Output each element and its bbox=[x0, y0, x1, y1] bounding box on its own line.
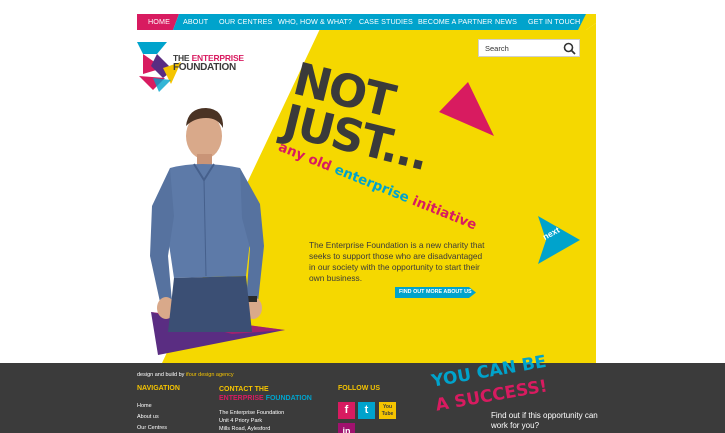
credit-agency-link[interactable]: ifour design agency bbox=[186, 372, 234, 378]
nav-item-case-studies[interactable]: CASE STUDIES bbox=[359, 14, 413, 30]
logo-wordmark: THE ENTERPRISE FOUNDATION bbox=[173, 53, 244, 73]
logo-foundation: FOUNDATION bbox=[173, 62, 236, 73]
search-input[interactable] bbox=[485, 42, 563, 55]
design-credit: design and build by ifour design agency bbox=[137, 372, 234, 378]
footer-link-home[interactable]: Home bbox=[137, 403, 152, 409]
footer-link-about-us[interactable]: About us bbox=[137, 414, 159, 420]
nav-item-about[interactable]: ABOUT bbox=[183, 14, 208, 30]
contact-title-foundation: FOUNDATION bbox=[265, 395, 312, 402]
facebook-icon[interactable]: f bbox=[338, 402, 355, 419]
site-footer bbox=[0, 363, 725, 433]
nav-item-our-centres[interactable]: OUR CENTRES bbox=[219, 14, 272, 30]
magnifier-icon[interactable] bbox=[563, 42, 576, 55]
youtube-icon[interactable]: You Tube bbox=[379, 402, 396, 419]
footer-contact-title: CONTACT THE ENTERPRISE FOUNDATION bbox=[219, 385, 312, 403]
success-subtext-link[interactable]: Find out if this opportunity can work fo… bbox=[491, 411, 601, 431]
contact-title-enterprise: ENTERPRISE bbox=[219, 395, 264, 402]
credit-prefix: design and build by bbox=[137, 372, 185, 378]
facebook-label: f bbox=[344, 404, 349, 416]
find-out-more-label: FIND OUT MORE ABOUT US bbox=[399, 289, 472, 295]
nav-item-home[interactable]: HOME bbox=[148, 14, 170, 30]
nav-item-news[interactable]: NEWS bbox=[495, 14, 517, 30]
site-logo[interactable]: THE ENTERPRISE FOUNDATION bbox=[137, 40, 247, 92]
twitter-icon[interactable]: t bbox=[358, 402, 375, 419]
address-line: The Enterprise Foundation bbox=[219, 410, 285, 416]
nav-item-become-a-partner[interactable]: BECOME A PARTNER bbox=[418, 14, 492, 30]
next-arrow-button[interactable] bbox=[536, 216, 580, 264]
footer-follow-title: FOLLOW US bbox=[338, 385, 380, 392]
footer-link-our-centres[interactable]: Our Centres bbox=[137, 425, 167, 431]
nav-item-get-in-touch[interactable]: GET IN TOUCH bbox=[528, 14, 580, 30]
address-line: Mills Road, Aylesford bbox=[219, 426, 271, 432]
hero-person-image bbox=[150, 108, 264, 332]
linkedin-icon[interactable]: in bbox=[338, 423, 355, 433]
linkedin-label: in bbox=[342, 426, 351, 433]
twitter-label: t bbox=[364, 404, 369, 416]
hero-intro-text: The Enterprise Foundation is a new chari… bbox=[309, 240, 485, 283]
address-line: Unit 4 Priory Park bbox=[219, 418, 263, 424]
footer-navigation-title: NAVIGATION bbox=[137, 385, 180, 392]
search-box bbox=[478, 39, 580, 57]
youtube-label: You Tube bbox=[381, 404, 394, 417]
find-out-more-button[interactable]: FIND OUT MORE ABOUT US bbox=[395, 287, 476, 298]
contact-title-line1: CONTACT THE bbox=[219, 386, 269, 393]
main-navigation: HOME ABOUT OUR CENTRES WHO, HOW & WHAT? … bbox=[137, 14, 586, 30]
nav-item-who-how-what[interactable]: WHO, HOW & WHAT? bbox=[278, 14, 352, 30]
